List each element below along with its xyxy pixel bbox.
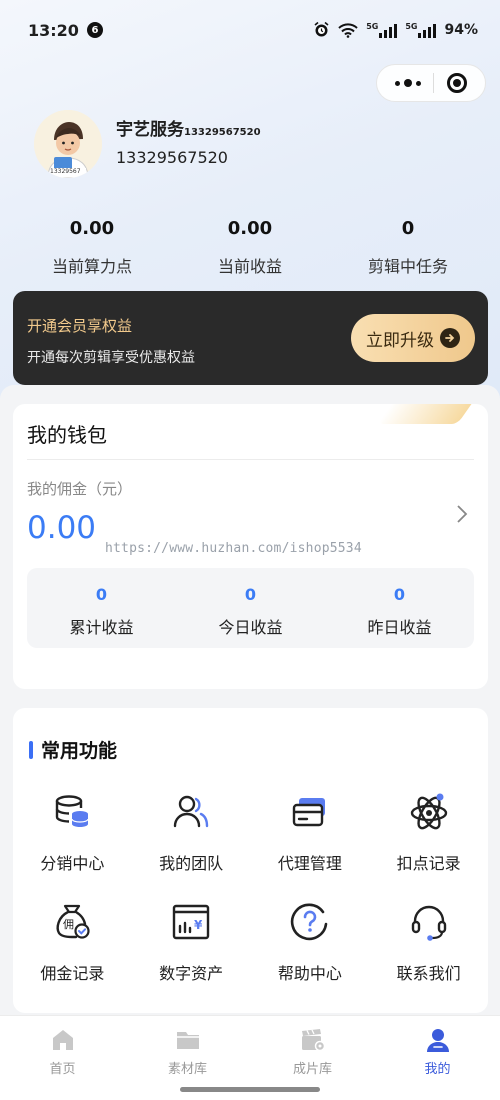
avatar[interactable]: 13329567 (34, 110, 102, 178)
capsule-divider (433, 73, 435, 93)
features-title: 常用功能 (29, 736, 117, 763)
wifi-icon (338, 22, 358, 38)
svg-text:佣: 佣 (63, 918, 74, 931)
wallet-title: 我的钱包 (27, 423, 107, 447)
profile-name-text: 宇艺服务 (116, 120, 184, 140)
features-grid: 分销中心 我的团队 代理管理 扣点记录 佣 佣金记录 ¥ 数字资产 帮助中心 联… (13, 786, 488, 1006)
alarm-icon (313, 21, 330, 38)
feature-label: 联系我们 (396, 964, 461, 983)
commission-label: 我的佣金（元） (27, 480, 133, 498)
feature-label: 分销中心 (40, 854, 105, 873)
close-miniprogram-icon[interactable] (446, 73, 467, 93)
status-bar: 13:20 6 5G 5G 94% (0, 0, 500, 60)
tab-mine[interactable]: 我的 (375, 1016, 500, 1100)
team-icon (169, 790, 213, 834)
divider (27, 459, 474, 460)
feature-label: 代理管理 (277, 854, 342, 873)
vip-banner: 开通会员享权益 开通每次剪辑享受优惠权益 立即升级 (13, 291, 488, 385)
feature-my-team[interactable]: 我的团队 (132, 786, 251, 896)
earning-label: 累计收益 (69, 618, 134, 637)
battery-level: 94% (444, 22, 478, 38)
tab-label: 素材库 (167, 1062, 207, 1077)
tab-label: 首页 (49, 1062, 76, 1077)
stat-value: 0 (401, 218, 415, 239)
features-card: 常用功能 分销中心 我的团队 代理管理 扣点记录 佣 佣金记录 ¥ 数字资产 帮… (13, 708, 488, 1013)
money-bag-icon: 佣 (50, 900, 94, 944)
stat-editing-tasks[interactable]: 0 剪辑中任务 (348, 218, 468, 277)
feature-contact-us[interactable]: 联系我们 (369, 896, 488, 1006)
vip-description: 开通每次剪辑享受优惠权益 (27, 350, 195, 366)
stat-current-earnings[interactable]: 0.00 当前收益 (190, 218, 310, 277)
features-title-text: 常用功能 (41, 740, 118, 762)
more-menu-icon[interactable] (395, 79, 422, 87)
profile-name: 宇艺服务13329567520 (116, 115, 261, 140)
wallet-card: 我的钱包 我的佣金（元） 0.00 https://www.huzhan.com… (13, 404, 488, 689)
status-time-group: 13:20 6 (28, 21, 103, 40)
earning-today[interactable]: 0 今日收益 (176, 568, 325, 648)
miniprogram-capsule (376, 64, 486, 102)
clapper-icon (300, 1027, 326, 1053)
status-indicators: 5G 5G 94% (313, 21, 478, 38)
avatar-badge-text: 13329567 (50, 168, 81, 175)
feature-commission-records[interactable]: 佣 佣金记录 (13, 896, 132, 1006)
stat-label: 当前算力点 (51, 257, 132, 276)
stat-value: 0.00 (69, 218, 115, 239)
feature-deduction-records[interactable]: 扣点记录 (369, 786, 488, 896)
stat-value: 0.00 (227, 218, 273, 239)
tab-home[interactable]: 首页 (0, 1016, 125, 1100)
stat-label: 剪辑中任务 (367, 257, 448, 276)
headset-icon (407, 900, 451, 944)
feature-help-center[interactable]: 帮助中心 (251, 896, 370, 1006)
atom-icon (407, 790, 451, 834)
arrow-right-icon (440, 328, 460, 348)
commission-value: 0.00 (27, 510, 97, 546)
feature-label: 我的团队 (159, 854, 224, 873)
watermark-text: https://www.huzhan.com/ishop5534 (105, 541, 362, 556)
svg-text:¥: ¥ (194, 918, 203, 932)
feature-label: 扣点记录 (396, 854, 461, 873)
earning-yesterday[interactable]: 0 昨日收益 (325, 568, 474, 648)
earning-total[interactable]: 0 累计收益 (27, 568, 176, 648)
feature-label: 佣金记录 (40, 964, 105, 983)
person-icon (425, 1027, 451, 1053)
earning-label: 昨日收益 (367, 618, 432, 637)
profile-phone: 13329567520 (116, 148, 228, 167)
signal-icon-2: 5G (405, 22, 437, 38)
home-indicator (180, 1087, 320, 1092)
tab-label: 成片库 (292, 1062, 332, 1077)
database-icon (50, 790, 94, 834)
stat-compute-points[interactable]: 0.00 当前算力点 (32, 218, 152, 277)
earnings-summary: 0 累计收益 0 今日收益 0 昨日收益 (27, 568, 474, 648)
earning-value: 0 (393, 585, 406, 604)
help-icon (288, 900, 332, 944)
feature-label: 数字资产 (159, 964, 224, 983)
card-icon (288, 790, 332, 834)
network-type-2: 5G (405, 22, 418, 31)
feature-agent-management[interactable]: 代理管理 (251, 786, 370, 896)
upgrade-button-label: 立即升级 (366, 330, 434, 351)
feature-label: 帮助中心 (277, 964, 342, 983)
signal-icon-1: 5G (366, 22, 398, 38)
network-type-1: 5G (366, 22, 379, 31)
earning-value: 0 (244, 585, 257, 604)
feature-digital-assets[interactable]: ¥ 数字资产 (132, 896, 251, 1006)
profile-name-suffix: 13329567520 (184, 127, 261, 138)
earning-label: 今日收益 (218, 618, 283, 637)
home-icon (50, 1027, 76, 1053)
earning-value: 0 (95, 585, 108, 604)
notification-count-badge: 6 (86, 22, 103, 38)
upgrade-button[interactable]: 立即升级 (351, 314, 475, 362)
vip-title: 开通会员享权益 (27, 317, 133, 335)
status-time: 13:20 (28, 20, 79, 40)
chevron-right-icon[interactable] (456, 504, 468, 528)
folder-icon (175, 1027, 201, 1053)
feature-distribution-center[interactable]: 分销中心 (13, 786, 132, 896)
title-accent-bar (29, 740, 33, 759)
stat-label: 当前收益 (217, 257, 282, 276)
asset-chart-icon: ¥ (169, 900, 213, 944)
tab-label: 我的 (424, 1062, 451, 1077)
wallet-decoration (377, 404, 479, 424)
